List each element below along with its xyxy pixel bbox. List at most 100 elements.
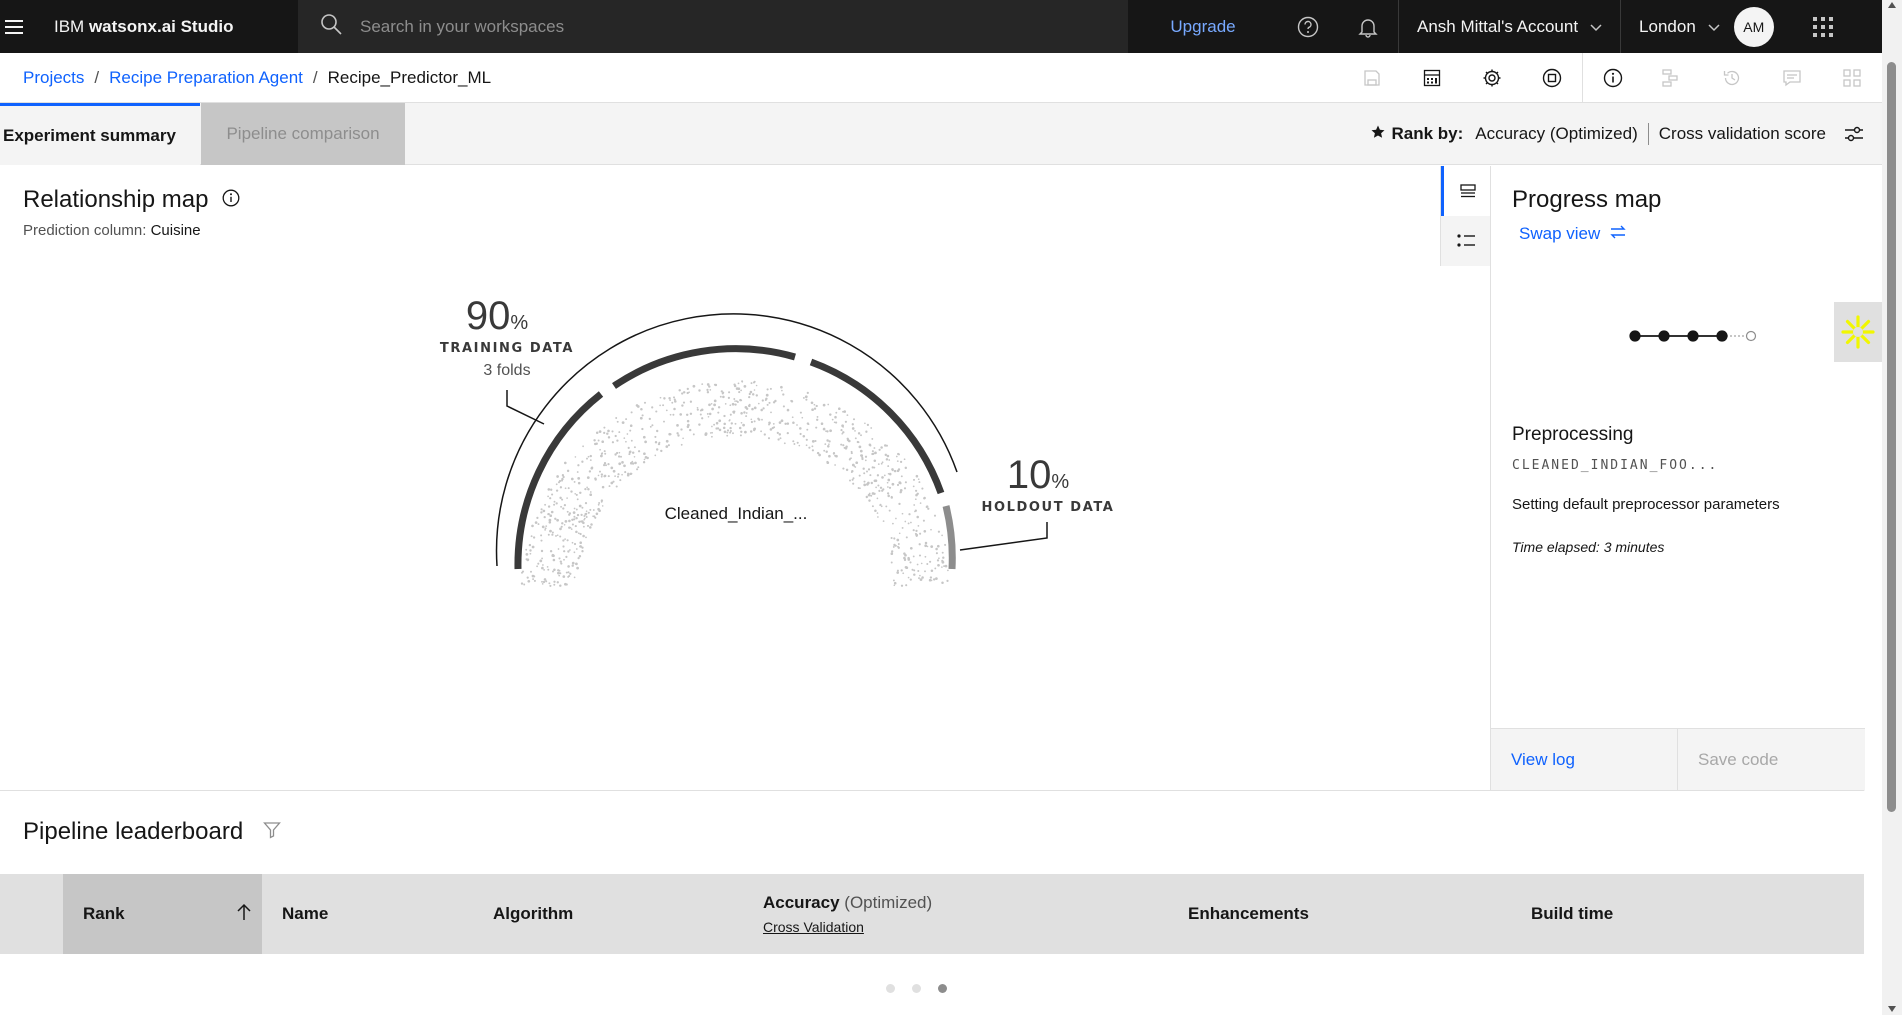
- notification-icon[interactable]: [1338, 0, 1398, 53]
- scrollbar-thumb[interactable]: [1887, 62, 1896, 812]
- tab-experiment-summary[interactable]: Experiment summary: [0, 103, 200, 165]
- help-icon[interactable]: [1278, 0, 1338, 53]
- scatter-point: [571, 561, 575, 565]
- region-switcher[interactable]: London AM: [1620, 0, 1792, 53]
- adjust-icon[interactable]: [1826, 125, 1882, 143]
- scatter-point: [873, 459, 877, 463]
- scatter-point: [566, 469, 570, 473]
- scatter-point: [726, 429, 730, 432]
- scatter-point: [548, 518, 552, 522]
- scatter-point: [530, 570, 532, 573]
- scatter-point: [895, 455, 898, 458]
- scatter-point: [549, 497, 552, 500]
- scatter-point: [648, 417, 651, 421]
- experiment-toolbar: [1342, 53, 1882, 103]
- scatter-point: [689, 400, 693, 403]
- scatter-point: [802, 396, 805, 399]
- scatter-point: [858, 445, 862, 449]
- column-label-cross-validation[interactable]: Cross Validation: [763, 919, 864, 935]
- scatter-point: [606, 432, 609, 435]
- assistant-icon[interactable]: [1834, 302, 1882, 362]
- scatter-point: [828, 440, 831, 443]
- scatter-point: [603, 431, 606, 435]
- scatter-point: [553, 583, 556, 586]
- save-icon[interactable]: [1342, 53, 1402, 103]
- scatter-point: [740, 430, 743, 433]
- avatar[interactable]: AM: [1733, 6, 1774, 47]
- scatter-point: [708, 403, 711, 407]
- column-header-accuracy[interactable]: Accuracy (Optimized) Cross Validation: [763, 874, 1083, 954]
- column-header-build-time[interactable]: Build time: [1531, 874, 1831, 954]
- scatter-point: [897, 546, 900, 549]
- search-input[interactable]: Search in your workspaces: [298, 0, 1128, 53]
- scatter-point: [914, 498, 917, 501]
- scatter-point: [580, 520, 583, 523]
- scatter-point: [857, 487, 860, 489]
- menu-icon[interactable]: [0, 0, 27, 53]
- scatter-point: [944, 543, 947, 546]
- scatter-point: [864, 459, 867, 462]
- scatter-point: [918, 554, 922, 557]
- account-switcher[interactable]: Ansh Mittal's Account: [1398, 0, 1620, 53]
- scatter-point: [917, 525, 920, 527]
- swap-view-label: Swap view: [1519, 224, 1601, 243]
- rank-by-control[interactable]: Rank by: Accuracy (Optimized) Cross vali…: [1371, 103, 1882, 165]
- history-icon[interactable]: [1702, 53, 1762, 103]
- comment-icon[interactable]: [1762, 53, 1822, 103]
- scatter-point: [796, 424, 798, 426]
- pagination-dot[interactable]: [886, 984, 895, 993]
- pipeline-icon[interactable]: [1642, 53, 1702, 103]
- scroll-up-arrow[interactable]: [1888, 2, 1896, 8]
- scatter-point: [864, 455, 868, 458]
- scatter-point: [536, 565, 539, 568]
- scatter-point: [786, 422, 790, 425]
- scatter-point: [600, 473, 604, 476]
- scatter-point: [678, 389, 681, 392]
- filter-icon[interactable]: [263, 818, 282, 846]
- breadcrumb-project[interactable]: Recipe Preparation Agent: [109, 68, 303, 88]
- column-header-algorithm[interactable]: Algorithm: [493, 874, 743, 954]
- scatter-point: [758, 418, 761, 421]
- layout-icon[interactable]: [1822, 53, 1882, 103]
- app-switcher-icon[interactable]: [1792, 16, 1854, 37]
- bullet-list-icon[interactable]: [1441, 216, 1491, 266]
- scatter-point: [676, 432, 679, 435]
- scatter-point: [844, 447, 848, 450]
- scatter-point: [592, 515, 594, 518]
- scatter-point: [529, 552, 532, 555]
- scatter-point: [582, 525, 585, 528]
- scatter-point: [829, 413, 832, 416]
- pagination-dot[interactable]: [938, 984, 947, 993]
- product-name[interactable]: IBM watsonx.ai Studio: [54, 17, 298, 37]
- view-log-button[interactable]: View log: [1491, 729, 1678, 791]
- dataset-name[interactable]: Cleaned_Indian_...: [665, 504, 808, 523]
- scatter-point: [566, 497, 568, 499]
- list-view-icon[interactable]: [1441, 166, 1491, 216]
- stepper-node-complete: [1629, 330, 1641, 342]
- info-icon[interactable]: [1582, 53, 1642, 103]
- column-header-enhancements[interactable]: Enhancements: [1188, 874, 1488, 954]
- settings-icon[interactable]: [1462, 53, 1522, 103]
- save-code-button[interactable]: Save code: [1678, 729, 1865, 791]
- column-header-rank[interactable]: Rank: [63, 874, 262, 954]
- pagination-dot[interactable]: [912, 984, 921, 993]
- search-icon: [320, 13, 342, 40]
- scatter-point: [605, 464, 607, 467]
- swap-view-link[interactable]: Swap view: [1519, 224, 1626, 244]
- scatter-point: [564, 487, 567, 490]
- scatter-point: [565, 571, 568, 574]
- tab-pipeline-comparison[interactable]: Pipeline comparison: [201, 103, 405, 165]
- scatter-point: [659, 396, 662, 399]
- scatter-point: [904, 553, 907, 557]
- scatter-point: [842, 410, 844, 413]
- scroll-down-arrow[interactable]: [1888, 1006, 1896, 1012]
- upgrade-link[interactable]: Upgrade: [1128, 17, 1278, 37]
- breadcrumb-projects[interactable]: Projects: [23, 68, 84, 88]
- calculator-icon[interactable]: [1402, 53, 1462, 103]
- column-header-name[interactable]: Name: [282, 874, 482, 954]
- scatter-point: [822, 403, 826, 407]
- scatter-point: [877, 516, 879, 518]
- scatter-point: [577, 481, 581, 485]
- stop-icon[interactable]: [1522, 53, 1582, 103]
- scatter-point: [623, 464, 626, 468]
